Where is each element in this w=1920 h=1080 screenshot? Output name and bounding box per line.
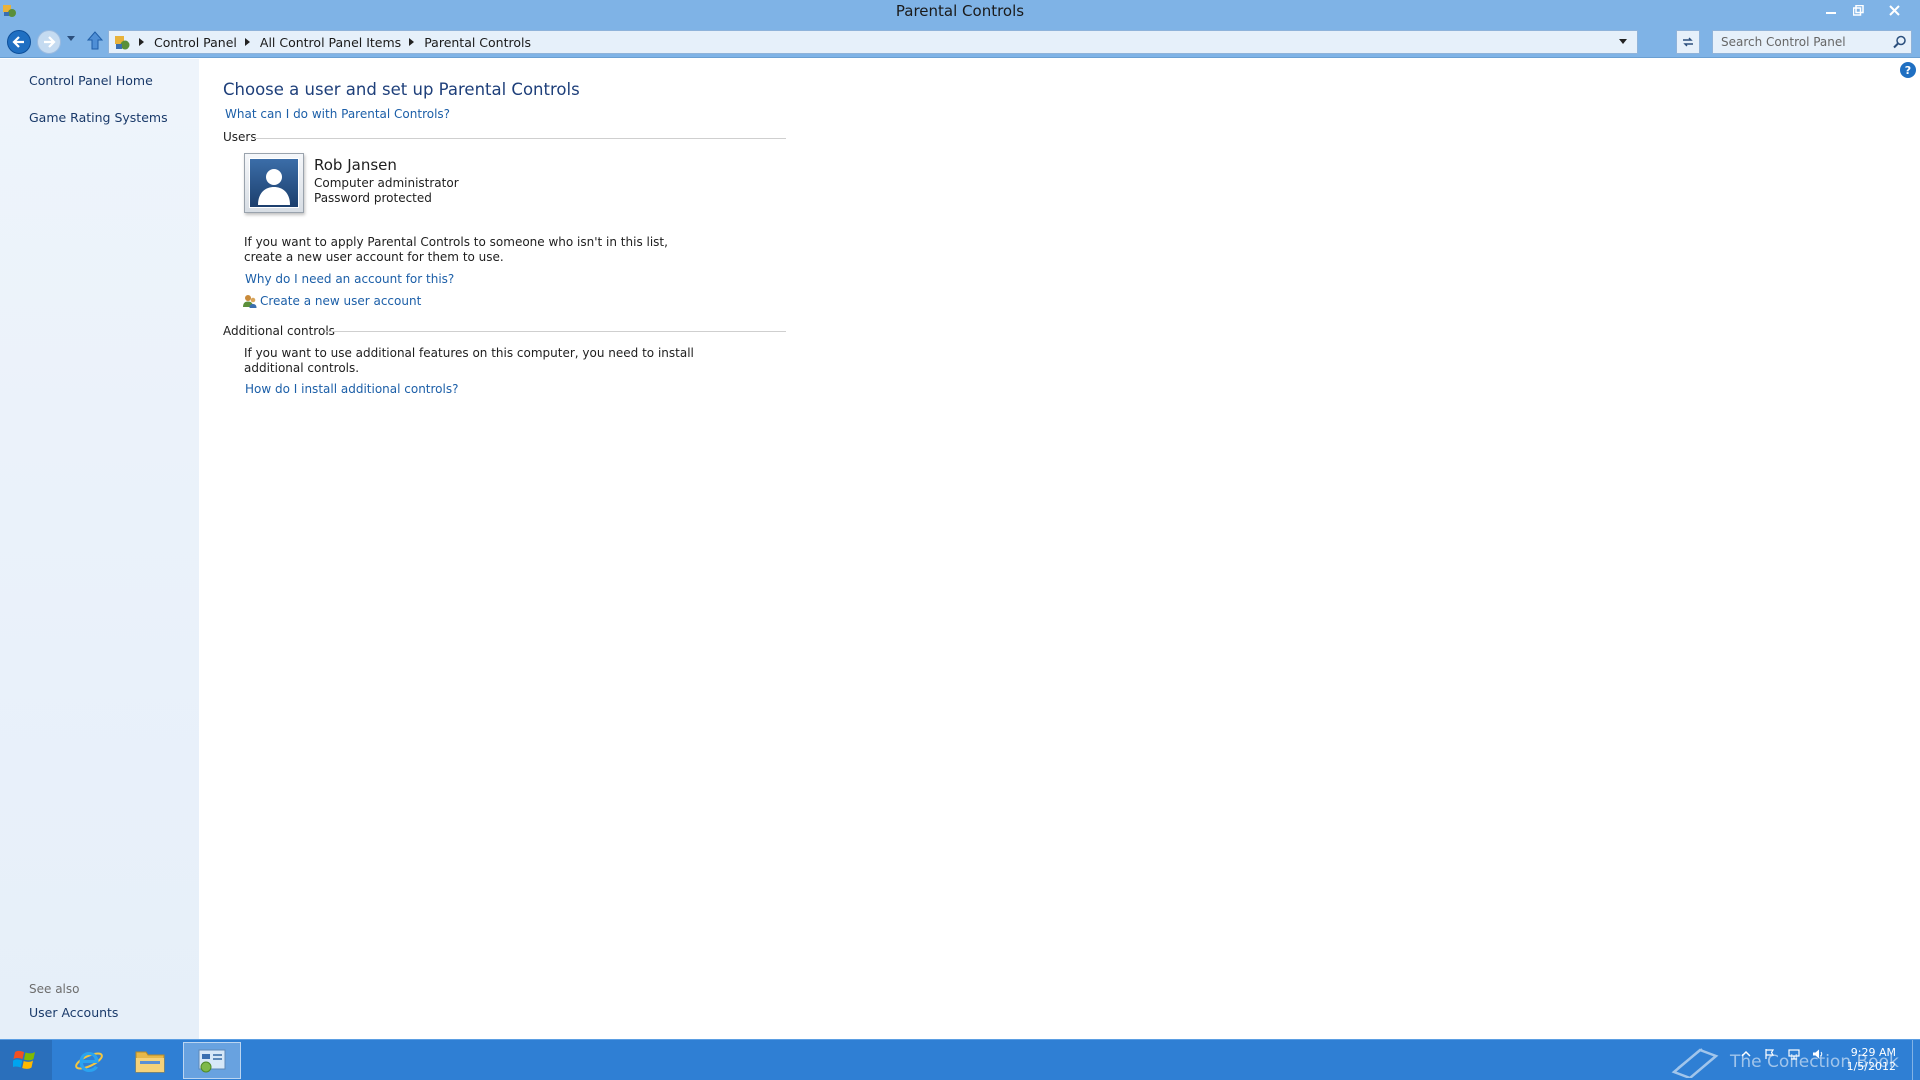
title-bar: Parental Controls bbox=[0, 0, 1920, 24]
taskbar: The Collection Book 9:29 AM 1/5/2012 bbox=[0, 1039, 1920, 1080]
additional-info-text: If you want to use additional features o… bbox=[244, 346, 694, 376]
show-desktop-button[interactable] bbox=[1912, 1040, 1920, 1080]
install-additional-controls-link[interactable]: How do I install additional controls? bbox=[245, 382, 458, 396]
tray-overflow-icon[interactable] bbox=[1740, 1048, 1752, 1060]
breadcrumb-separator[interactable] bbox=[139, 38, 144, 46]
left-task-pane: Control Panel Home Game Rating Systems S… bbox=[0, 59, 199, 1039]
windows-logo-icon bbox=[13, 1050, 35, 1069]
window-title: Parental Controls bbox=[895, 2, 1025, 20]
additional-controls-heading: Additional controls bbox=[223, 324, 335, 338]
close-icon bbox=[1888, 4, 1900, 16]
breadcrumb-all-items[interactable]: All Control Panel Items bbox=[260, 35, 401, 50]
search-input[interactable] bbox=[1713, 31, 1883, 53]
system-tray bbox=[1740, 1048, 1824, 1060]
help-icon[interactable]: ? bbox=[1900, 62, 1916, 78]
user-name[interactable]: Rob Jansen bbox=[314, 156, 397, 174]
control-panel-icon bbox=[115, 36, 130, 50]
user-role: Computer administrator bbox=[314, 176, 459, 190]
create-user-row[interactable]: Create a new user account bbox=[242, 293, 421, 309]
taskbar-file-explorer[interactable] bbox=[121, 1042, 179, 1079]
users-section-heading: Users bbox=[223, 130, 257, 144]
avatar bbox=[249, 158, 299, 208]
back-button[interactable] bbox=[7, 30, 31, 54]
control-panel-home-link[interactable]: Control Panel Home bbox=[29, 73, 153, 88]
refresh-button[interactable] bbox=[1676, 30, 1700, 54]
navigation-bar: Control Panel All Control Panel Items Pa… bbox=[0, 24, 1920, 58]
book-logo-icon bbox=[1671, 1048, 1719, 1078]
additional-controls-divider bbox=[325, 331, 786, 332]
main-content: ? Choose a user and set up Parental Cont… bbox=[199, 59, 1920, 1039]
file-explorer-icon bbox=[135, 1051, 165, 1072]
internet-explorer-icon bbox=[75, 1051, 103, 1072]
additional-info-line: If you want to use additional features o… bbox=[244, 346, 694, 360]
user-accounts-link[interactable]: User Accounts bbox=[29, 1005, 118, 1020]
clock-date: 1/5/2012 bbox=[1846, 1060, 1896, 1073]
additional-info-line: additional controls. bbox=[244, 361, 360, 375]
page-title: Choose a user and set up Parental Contro… bbox=[223, 80, 580, 99]
add-users-icon bbox=[243, 295, 257, 308]
taskbar-internet-explorer[interactable] bbox=[60, 1042, 118, 1079]
create-new-user-link[interactable]: Create a new user account bbox=[260, 294, 421, 308]
minimize-button[interactable] bbox=[1818, 0, 1844, 20]
what-can-i-do-link[interactable]: What can I do with Parental Controls? bbox=[225, 107, 450, 121]
action-center-flag-icon[interactable] bbox=[1764, 1048, 1776, 1060]
arrow-right-icon bbox=[44, 36, 56, 48]
arrow-left-icon bbox=[12, 36, 24, 48]
breadcrumb-separator[interactable] bbox=[244, 38, 250, 46]
restore-icon bbox=[1852, 4, 1864, 16]
close-button[interactable] bbox=[1872, 0, 1916, 20]
restore-button[interactable] bbox=[1845, 0, 1871, 20]
users-section-divider bbox=[255, 138, 786, 139]
address-field[interactable]: Control Panel All Control Panel Items Pa… bbox=[108, 30, 1638, 54]
taskbar-control-panel[interactable] bbox=[183, 1042, 241, 1079]
users-info-line: create a new user account for them to us… bbox=[244, 250, 504, 264]
control-panel-icon bbox=[198, 1049, 226, 1072]
clock-time: 9:29 AM bbox=[1850, 1046, 1896, 1059]
game-rating-systems-link[interactable]: Game Rating Systems bbox=[29, 110, 168, 125]
breadcrumb-control-panel[interactable]: Control Panel bbox=[154, 35, 237, 50]
refresh-icon bbox=[1683, 37, 1693, 47]
search-box[interactable] bbox=[1712, 30, 1912, 54]
breadcrumb-separator[interactable] bbox=[409, 38, 415, 46]
user-password-status: Password protected bbox=[314, 191, 432, 205]
users-info-text: If you want to apply Parental Controls t… bbox=[244, 235, 668, 265]
recent-pages-chevron-down-icon[interactable] bbox=[67, 36, 75, 42]
user-silhouette-icon bbox=[258, 169, 290, 205]
up-arrow-icon[interactable] bbox=[85, 30, 105, 52]
network-icon[interactable] bbox=[1788, 1048, 1800, 1060]
volume-icon[interactable] bbox=[1812, 1048, 1824, 1060]
minimize-icon bbox=[1826, 12, 1836, 14]
address-dropdown-chevron-down-icon[interactable] bbox=[1619, 39, 1627, 44]
search-icon[interactable] bbox=[1893, 35, 1907, 49]
why-need-account-link[interactable]: Why do I need an account for this? bbox=[245, 272, 454, 286]
forward-button[interactable] bbox=[37, 30, 61, 54]
start-button[interactable] bbox=[0, 1040, 52, 1080]
user-avatar-tile[interactable] bbox=[244, 153, 304, 213]
system-clock[interactable]: 9:29 AM 1/5/2012 bbox=[1826, 1046, 1896, 1074]
breadcrumb-parental-controls[interactable]: Parental Controls bbox=[424, 35, 531, 50]
see-also-label: See also bbox=[29, 982, 80, 996]
users-info-line: If you want to apply Parental Controls t… bbox=[244, 235, 668, 249]
